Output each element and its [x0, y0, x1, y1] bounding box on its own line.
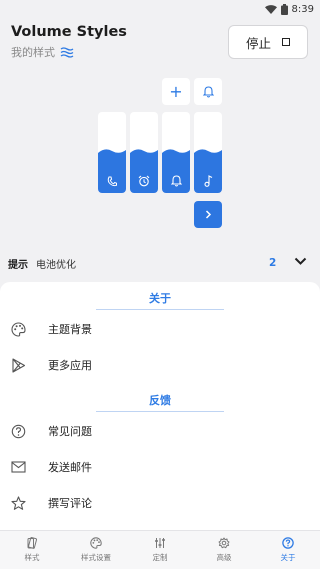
bell-icon — [202, 85, 214, 98]
menu-item-send-email-label: 发送邮件 — [48, 461, 92, 474]
alarm-icon — [130, 175, 158, 187]
slider-media[interactable] — [194, 112, 222, 193]
add-button[interactable]: + — [162, 78, 190, 105]
about-section-divider — [96, 309, 224, 310]
tip-label: 提示 — [8, 259, 28, 271]
feedback-section-title: 反馈 — [149, 394, 171, 407]
header: Volume Styles 我的样式 — [11, 24, 127, 60]
nav-item-advanced[interactable]: 高级 — [192, 531, 256, 569]
help-icon — [282, 537, 294, 549]
bottom-nav: 样式 样式设置 定制 高级 关于 — [0, 530, 320, 569]
about-section-title: 关于 — [149, 292, 171, 305]
menu-item-more-apps[interactable]: 更多应用 — [0, 350, 320, 380]
status-time: 8:39 — [291, 3, 314, 15]
stop-icon — [282, 38, 290, 46]
nav-item-style-settings[interactable]: 样式设置 — [64, 531, 128, 569]
menu-item-theme[interactable]: 主题背景 — [0, 314, 320, 344]
nav-item-advanced-label: 高级 — [216, 553, 232, 562]
menu-item-faq-label: 常见问题 — [48, 425, 92, 438]
status-bar: 8:39 — [0, 0, 320, 18]
battery-icon — [280, 3, 288, 15]
palette-icon — [10, 321, 26, 337]
menu-item-more-apps-label: 更多应用 — [48, 359, 92, 372]
music-note-icon — [194, 175, 222, 187]
wifi-icon — [264, 4, 277, 14]
chevron-down-icon[interactable] — [294, 257, 307, 266]
tune-icon — [155, 538, 165, 548]
slider-alarm[interactable] — [130, 112, 158, 193]
waves-icon — [60, 46, 74, 58]
palette-icon — [90, 537, 102, 549]
style-selector[interactable]: 我的样式 — [11, 44, 127, 60]
about-sheet: 关于 主题背景 更多应用 反馈 常见问题 发送邮件 撰写评论 — [0, 282, 320, 530]
help-icon — [10, 423, 26, 439]
nav-item-customize[interactable]: 定制 — [128, 531, 192, 569]
plus-icon: + — [169, 82, 183, 101]
menu-item-write-review-label: 撰写评论 — [48, 497, 92, 510]
tip-count-badge: 2 — [269, 257, 277, 269]
tip-row[interactable]: 提示 电池优化 2 — [8, 254, 312, 272]
star-icon — [10, 495, 26, 511]
tip-text: 电池优化 — [36, 259, 76, 271]
nav-item-about-label: 关于 — [280, 553, 296, 562]
play-store-icon — [10, 357, 26, 373]
menu-item-theme-label: 主题背景 — [48, 323, 92, 336]
styles-icon — [27, 537, 38, 549]
slider-notification[interactable] — [162, 112, 190, 193]
menu-item-send-email[interactable]: 发送邮件 — [0, 452, 320, 482]
nav-item-customize-label: 定制 — [152, 553, 168, 562]
nav-item-about[interactable]: 关于 — [256, 531, 320, 569]
nav-item-styles[interactable]: 样式 — [0, 531, 64, 569]
stop-button[interactable]: 停止 — [228, 25, 308, 59]
phone-icon — [98, 176, 126, 187]
gear-icon — [218, 537, 230, 549]
nav-item-styles-label: 样式 — [24, 553, 40, 562]
mail-icon — [10, 459, 26, 475]
chevron-right-icon — [205, 210, 211, 219]
bell-icon — [162, 175, 190, 187]
expand-button[interactable] — [194, 201, 222, 228]
feedback-section-divider — [96, 411, 224, 412]
slider-call[interactable] — [98, 112, 126, 193]
app-title: Volume Styles — [11, 24, 127, 40]
ringer-mode-button[interactable] — [194, 78, 222, 105]
style-subtitle: 我的样式 — [11, 46, 55, 59]
stop-button-label: 停止 — [245, 35, 271, 51]
nav-item-style-settings-label: 样式设置 — [81, 553, 111, 562]
menu-item-faq[interactable]: 常见问题 — [0, 416, 320, 446]
menu-item-write-review[interactable]: 撰写评论 — [0, 488, 320, 518]
